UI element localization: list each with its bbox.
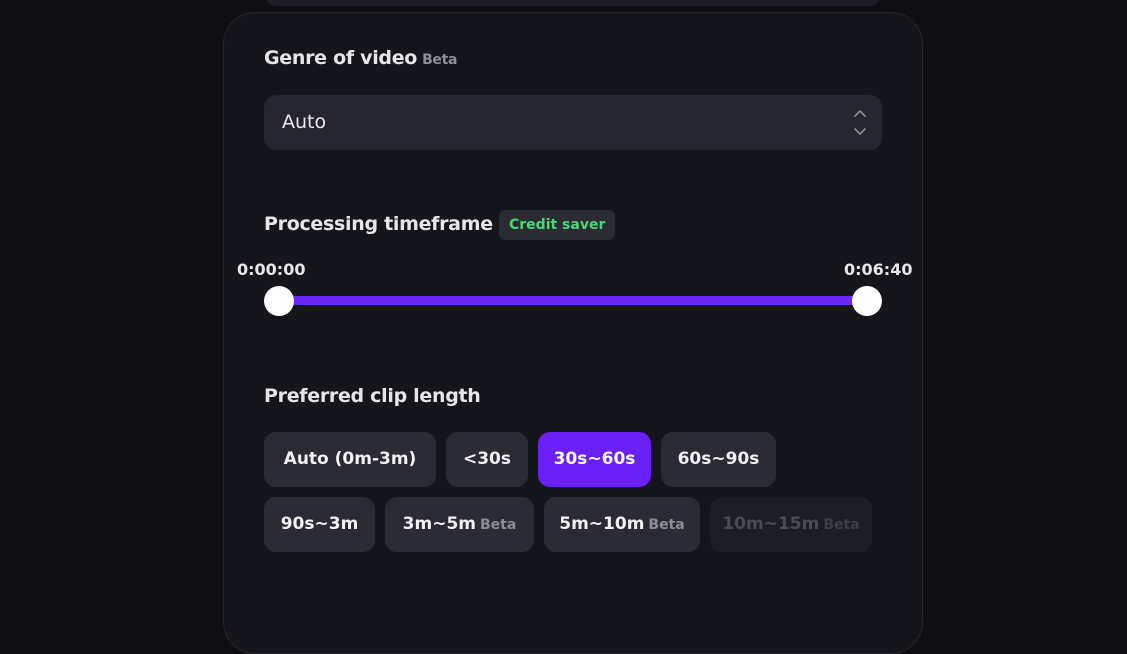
clip-length-option[interactable]: 3m~5m Beta (385, 497, 534, 552)
timeframe-label: Processing timeframe (264, 213, 493, 235)
timeframe-end-time: 0:06:40 (844, 260, 913, 279)
clip-length-option-label: 60s~90s (677, 449, 760, 469)
clip-length-option-beta-tag: Beta (823, 517, 860, 533)
clip-length-option-label: 5m~10m (559, 514, 645, 534)
clip-length-option-beta-tag: Beta (480, 517, 517, 533)
previous-section-edge (265, 0, 881, 6)
clip-length-option-beta-tag: Beta (648, 517, 685, 533)
clip-length-option: 10m~15m Beta (710, 497, 872, 552)
genre-beta-tag: Beta (422, 52, 458, 68)
credit-saver-badge: Credit saver (499, 210, 616, 240)
timeframe-start-time: 0:00:00 (237, 260, 306, 279)
clip-length-option[interactable]: 5m~10m Beta (544, 497, 700, 552)
chevron-up-down-icon (854, 110, 866, 135)
genre-select-value: Auto (282, 111, 327, 133)
clip-length-option-label: 3m~5m (402, 514, 477, 534)
clip-length-option-label: <30s (462, 449, 512, 469)
genre-heading: Genre of video Beta (264, 47, 457, 69)
timeframe-end-handle[interactable] (852, 286, 882, 316)
clip-length-option-label: 30s~60s (553, 449, 636, 469)
clip-length-option[interactable]: Auto (0m-3m) (264, 432, 436, 487)
genre-label: Genre of video (264, 47, 418, 69)
clip-length-option-label: 10m~15m (722, 514, 820, 534)
timeframe-start-handle[interactable] (264, 286, 294, 316)
clip-length-option[interactable]: 60s~90s (661, 432, 776, 487)
clip-length-label: Preferred clip length (264, 385, 481, 407)
clip-length-option-label: 90s~3m (280, 514, 359, 534)
clip-length-option[interactable]: 90s~3m (264, 497, 375, 552)
clip-length-option[interactable]: 30s~60s (538, 432, 651, 487)
timeframe-range-track[interactable] (279, 296, 867, 305)
genre-select[interactable]: Auto (264, 95, 882, 150)
clip-length-option-label: Auto (0m-3m) (283, 449, 417, 469)
clip-length-option[interactable]: <30s (446, 432, 528, 487)
